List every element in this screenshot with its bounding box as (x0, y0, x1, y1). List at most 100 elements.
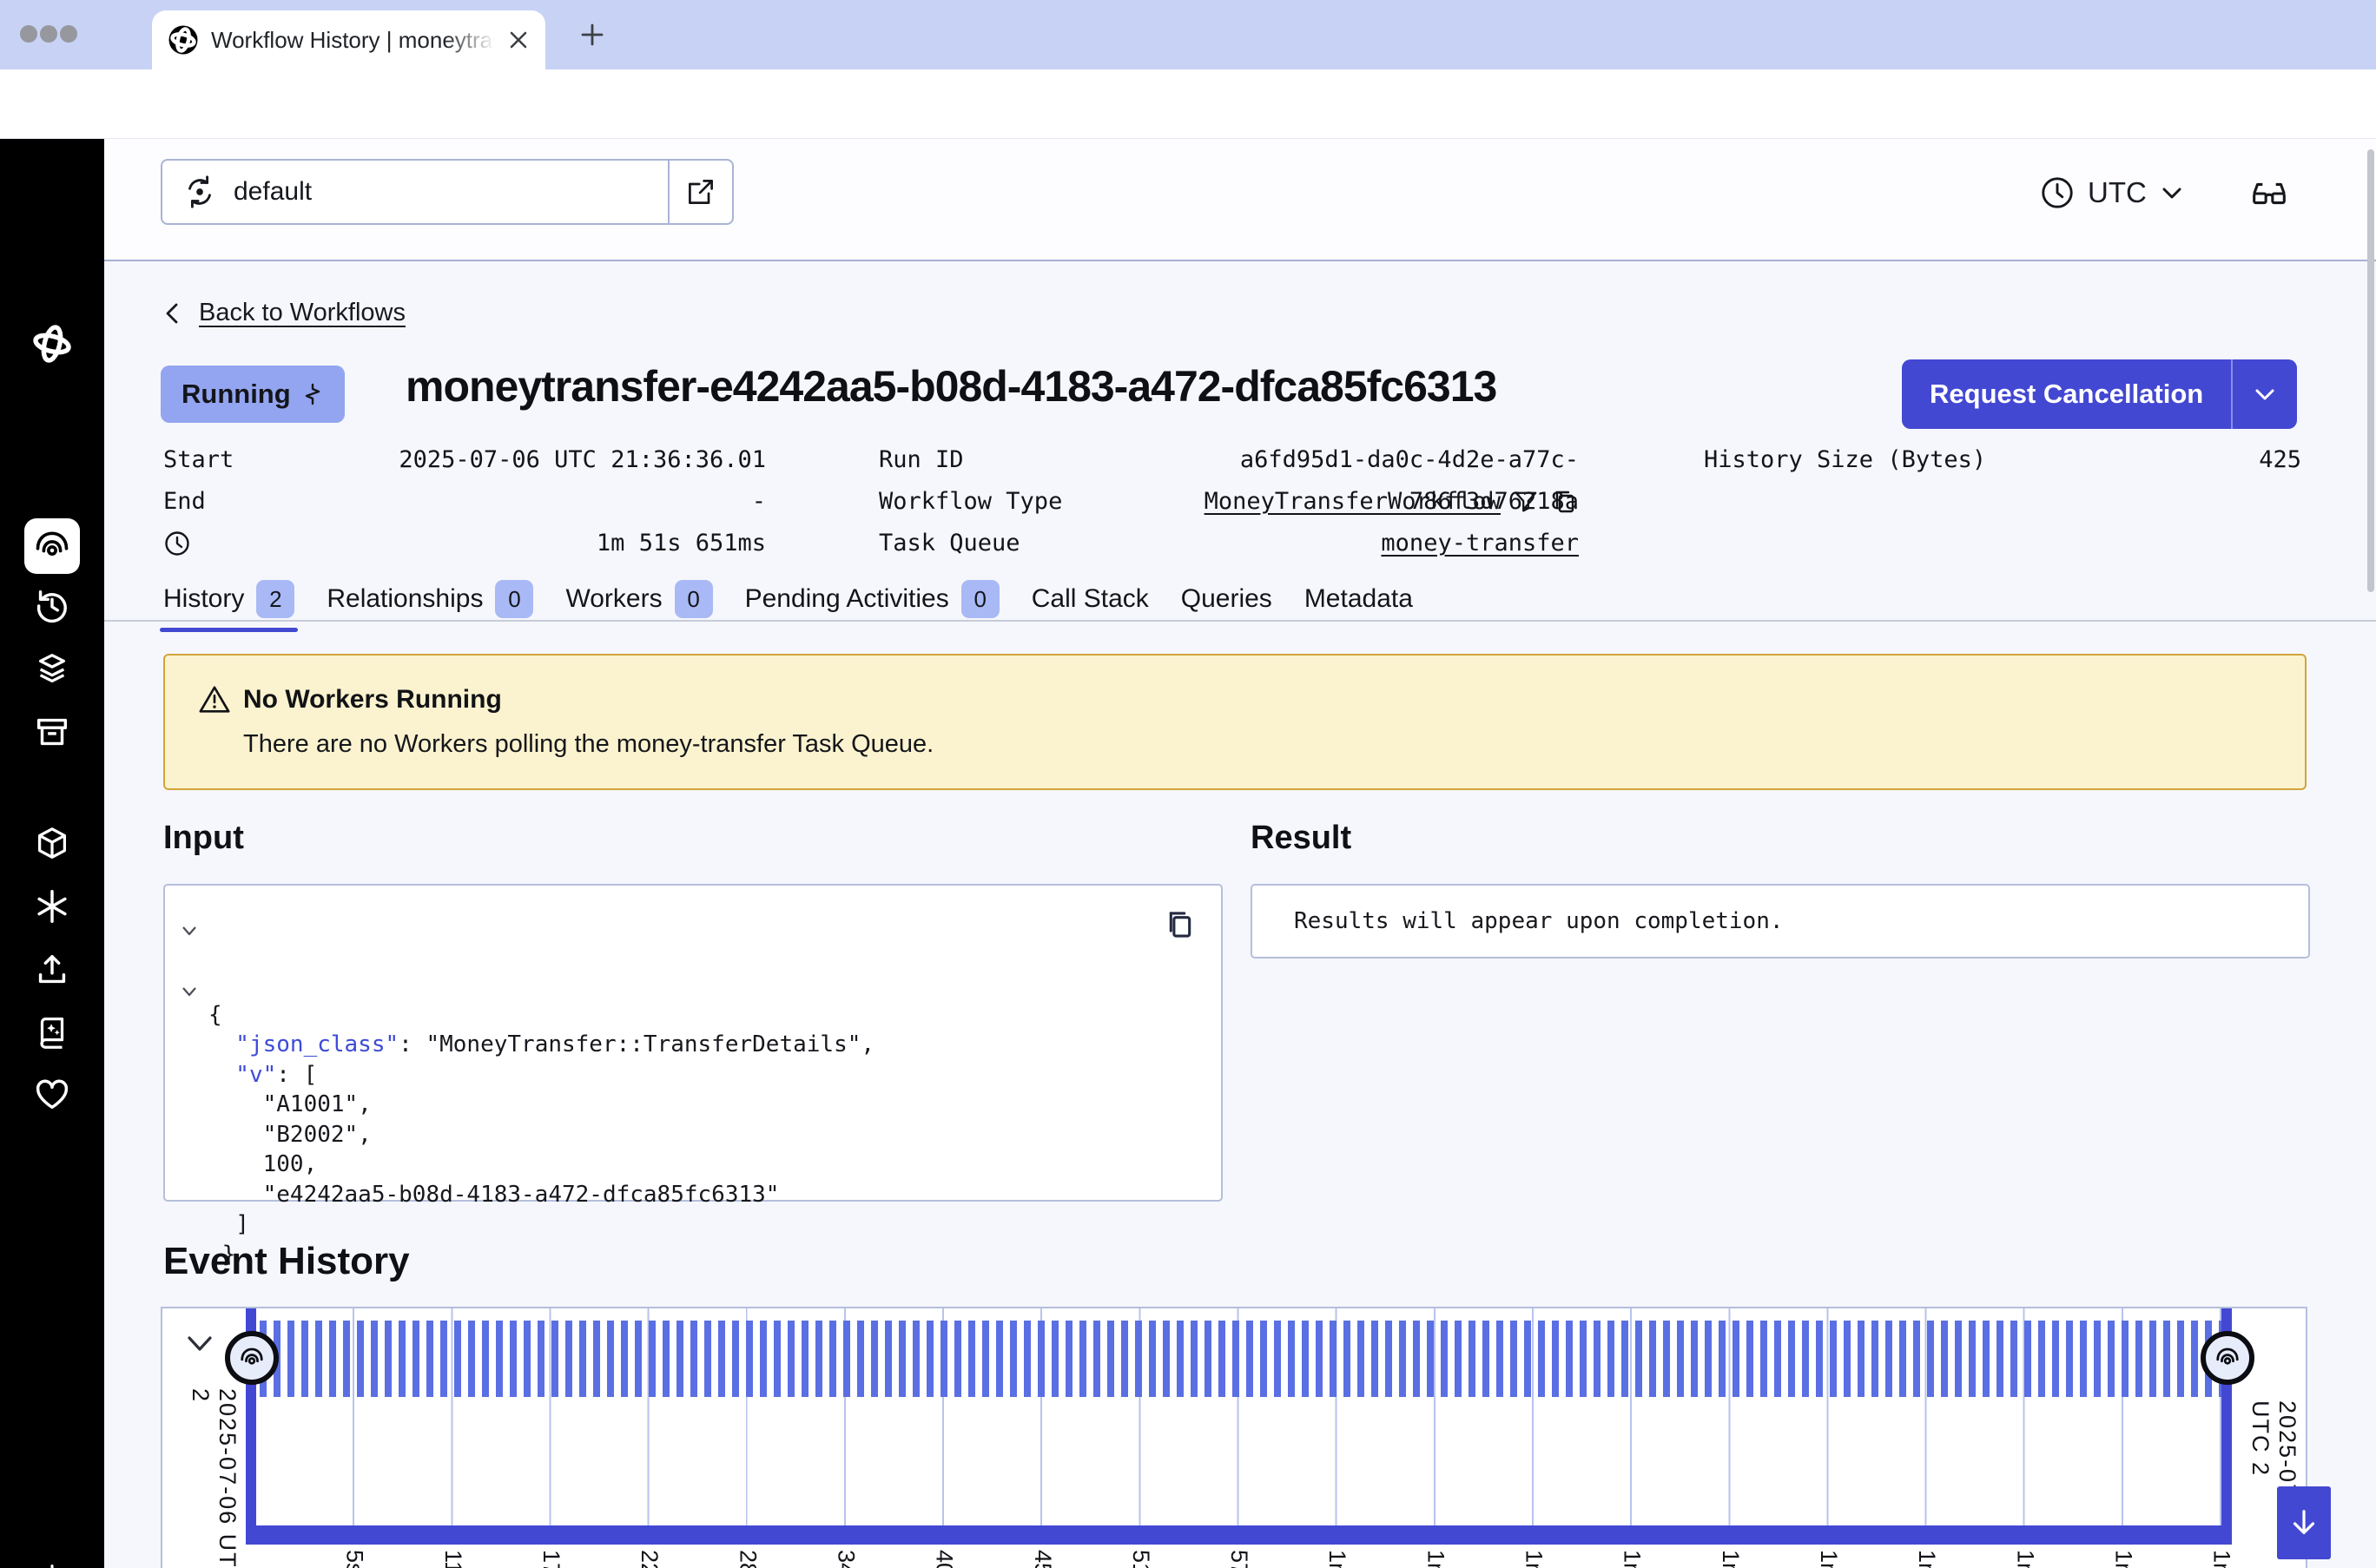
sidebar-item-workflows[interactable] (24, 518, 80, 574)
timeline-axis-bar (246, 1525, 2232, 1545)
heartbeat-icon (301, 383, 324, 405)
screen: Workflow History | moneytran localhost:8… (0, 0, 2376, 1568)
app-header: default UTC (104, 139, 2376, 261)
meta-run-id-label: Run ID (879, 439, 964, 481)
status-badge[interactable]: Running (161, 366, 345, 423)
tab-label: Pending Activities (745, 584, 949, 614)
chevron-down-icon (2159, 180, 2185, 206)
timeline-start-date-label: 2025-07-06 UTC 2 (187, 1388, 241, 1568)
namespace-name: default (234, 177, 312, 207)
meta-start-value: 2025-07-06 UTC 21:36:36.01 (347, 439, 766, 481)
browser-toolbar: localhost:8080/namespaces/default/workfl… (0, 69, 2376, 139)
meta-workflow-type-row: MoneyTransferWorkflow (1077, 481, 1579, 523)
request-cancellation-button[interactable]: Request Cancellation (1902, 359, 2297, 429)
meta-workflow-type-label: Workflow Type (879, 481, 1062, 523)
tab-history[interactable]: History 2 (163, 580, 294, 618)
meta-duration-value: 1m 51s 651ms (347, 523, 766, 564)
tab-label: Metadata (1304, 584, 1413, 614)
meta-task-queue-label: Task Queue (879, 523, 1020, 564)
sidebar-item-namespaces[interactable] (32, 824, 72, 864)
scroll-to-bottom-button[interactable] (2277, 1486, 2331, 1559)
workflow-started-event-marker[interactable] (225, 1331, 279, 1385)
tab-close-icon[interactable] (507, 29, 530, 51)
tab-metadata[interactable]: Metadata (1304, 584, 1413, 614)
result-message: Results will appear upon completion. (1294, 908, 1784, 934)
labs-glasses-icon[interactable] (2247, 172, 2291, 215)
back-to-workflows-link[interactable]: Back to Workflows (199, 299, 406, 327)
sidebar-item-schedules[interactable] (32, 586, 72, 626)
warning-message: There are no Workers polling the money-t… (243, 730, 934, 759)
tab-label: History (163, 584, 244, 614)
tab-count-badge: 2 (256, 580, 294, 618)
timeline-tick-labels: 5s11s17s22s28s34s40s45s51s57s1m1m1m1m1m1… (256, 1550, 2221, 1568)
tab-queries[interactable]: Queries (1181, 584, 1272, 614)
copy-icon[interactable] (1551, 488, 1579, 516)
sidebar-item-feedback[interactable] (32, 1074, 72, 1114)
timezone-select[interactable]: UTC (2039, 170, 2185, 215)
sidebar-item-import[interactable] (32, 950, 72, 990)
timeline-workflow-task-stripes[interactable] (260, 1321, 2224, 1397)
input-json-viewer: { "json_class": "MoneyTransfer::Transfer… (163, 884, 1223, 1202)
tab-label: Workers (565, 584, 662, 614)
tab-relationships[interactable]: Relationships 0 (327, 580, 533, 618)
event-history-heading: Event History (163, 1240, 410, 1283)
no-workers-warning-banner: No Workers Running There are no Workers … (163, 654, 2307, 790)
sidebar-item-docs[interactable] (32, 1012, 72, 1052)
meta-start-label: Start (163, 439, 234, 481)
collapse-chevron-icon[interactable] (179, 920, 200, 941)
browser-tab[interactable]: Workflow History | moneytran (152, 10, 545, 69)
meta-history-size-value: 425 (2041, 439, 2301, 481)
cancel-menu-chevron-icon[interactable] (2233, 359, 2297, 429)
app-sidebar: 2.34.0 (0, 139, 104, 1568)
tab-label: Queries (1181, 584, 1272, 614)
status-label: Running (182, 379, 291, 410)
workflow-tabs: History 2 Relationships 0 Workers 0 Pend… (163, 576, 1413, 622)
warning-title: No Workers Running (243, 685, 502, 715)
tab-count-badge: 0 (495, 580, 533, 618)
timeline-expand-chevron-icon[interactable] (182, 1326, 218, 1362)
tab-label: Relationships (327, 584, 483, 614)
tab-call-stack[interactable]: Call Stack (1032, 584, 1149, 614)
meta-end-value: - (347, 481, 766, 523)
tab-workers[interactable]: Workers 0 (565, 580, 712, 618)
chevron-left-icon (161, 301, 185, 326)
breadcrumb[interactable]: Back to Workflows (161, 299, 406, 327)
result-panel: Results will appear upon completion. (1251, 884, 2310, 959)
window-minimize-button[interactable] (40, 25, 57, 43)
result-heading: Result (1251, 820, 1351, 857)
sidebar-item-nexus[interactable] (32, 886, 72, 926)
browser-tab-strip: Workflow History | moneytran (0, 0, 2376, 69)
tab-pending-activities[interactable]: Pending Activities 0 (745, 580, 1000, 618)
theme-toggle-sun-icon[interactable] (33, 1562, 71, 1568)
namespace-external-link-button[interactable] (668, 161, 732, 223)
meta-history-size-label: History Size (Bytes) (1704, 439, 1986, 481)
window-zoom-button[interactable] (60, 25, 77, 43)
event-history-timeline: 2025-07-06 UTC 2 2025-07-06 UTC 2 5s11s1… (161, 1307, 2307, 1568)
window-close-button[interactable] (20, 25, 37, 43)
filter-funnel-icon[interactable] (1513, 489, 1539, 515)
input-json-code: { "json_class": "MoneyTransfer::Transfer… (208, 910, 874, 1269)
clock-icon (2039, 175, 2076, 211)
tab-title: Workflow History | moneytran (211, 27, 495, 54)
copy-icon[interactable] (1164, 908, 1197, 941)
sidebar-item-deployments[interactable] (32, 649, 72, 689)
temporal-logo-icon[interactable] (30, 321, 75, 366)
tabs-divider (104, 620, 2376, 622)
request-cancellation-label: Request Cancellation (1902, 379, 2231, 410)
warning-triangle-icon (198, 683, 231, 716)
tab-count-badge: 0 (675, 580, 713, 618)
workflow-task-event-marker[interactable] (2201, 1331, 2254, 1385)
page-scrollbar[interactable] (2367, 149, 2374, 592)
task-queue-link[interactable]: money-transfer (1077, 523, 1579, 564)
namespace-icon (182, 174, 218, 210)
new-tab-button[interactable] (575, 17, 610, 52)
namespace-select[interactable]: default (161, 159, 734, 225)
workflow-type-link[interactable]: MoneyTransferWorkflow (1204, 481, 1501, 523)
tab-count-badge: 0 (961, 580, 1000, 618)
duration-clock-icon (163, 530, 191, 557)
collapse-chevron-icon[interactable] (179, 981, 200, 1002)
temporal-favicon-icon (168, 24, 199, 56)
namespace-select-main[interactable]: default (162, 161, 668, 223)
sidebar-item-batch-operations[interactable] (32, 712, 72, 752)
input-heading: Input (163, 820, 244, 857)
